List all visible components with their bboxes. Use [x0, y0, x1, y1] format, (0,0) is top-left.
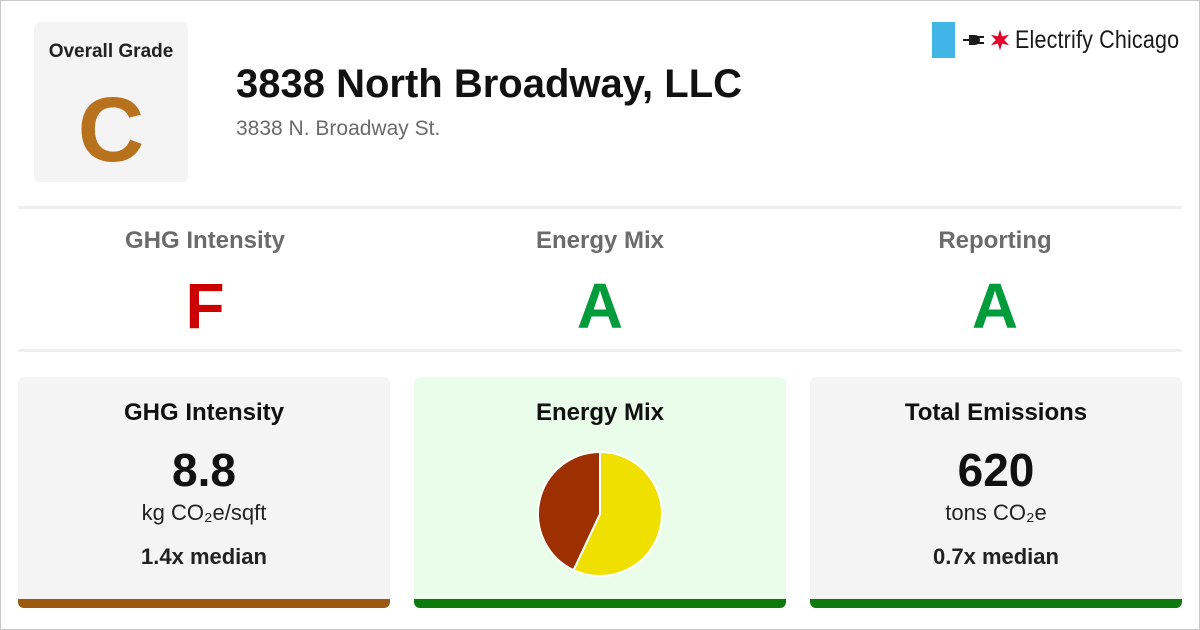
card-accent-bar: [18, 599, 390, 608]
overall-grade-value: C: [77, 79, 145, 181]
card-median: 0.7x median: [933, 544, 1059, 569]
card-unit: kg CO₂e/sqft: [141, 500, 267, 525]
building-address: 3838 N. Broadway St.: [236, 117, 441, 140]
electrify-chicago-logo[interactable]: Electrify Chicago: [932, 22, 1200, 58]
energy-mix-card: Energy Mix: [414, 377, 786, 608]
subgrade-reporting: Reporting A: [845, 226, 1145, 338]
overall-grade-box: Overall Grade C: [34, 22, 188, 182]
divider: [18, 349, 1182, 352]
building-name: 3838 North Broadway, LLC: [236, 62, 743, 106]
subgrade-ghg-intensity: GHG Intensity F: [55, 226, 355, 338]
card-title: GHG Intensity: [123, 399, 285, 426]
subgrade-value: A: [576, 270, 624, 342]
subgrade-energy-mix: Energy Mix A: [450, 226, 750, 338]
subgrade-value: F: [185, 270, 225, 342]
plug-icon: [963, 32, 985, 48]
chicago-star-icon: [989, 29, 1011, 51]
energy-mix-pie-chart: [537, 450, 663, 577]
card-title: Energy Mix: [535, 399, 665, 426]
card-accent-bar: [810, 599, 1182, 608]
divider: [18, 206, 1182, 209]
logo-text: Electrify Chicago: [1015, 25, 1180, 54]
card-title: Total Emissions: [904, 399, 1088, 426]
card-accent-bar: [414, 599, 786, 608]
subgrade-label: Energy Mix: [535, 227, 665, 254]
card-value: 8.8: [172, 444, 236, 496]
subgrade-label: Reporting: [938, 227, 1052, 254]
card-value: 620: [957, 444, 1035, 496]
overall-grade-label: Overall Grade: [48, 41, 174, 62]
subgrade-value: A: [971, 270, 1019, 342]
ghg-intensity-card: GHG Intensity 8.8 kg CO₂e/sqft 1.4x medi…: [18, 377, 390, 608]
card-unit: tons CO₂e: [945, 500, 1047, 525]
subgrade-label: GHG Intensity: [124, 227, 286, 254]
total-emissions-card: Total Emissions 620 tons CO₂e 0.7x media…: [810, 377, 1182, 608]
card-median: 1.4x median: [141, 544, 267, 569]
flag-stripe-icon: [932, 22, 955, 58]
